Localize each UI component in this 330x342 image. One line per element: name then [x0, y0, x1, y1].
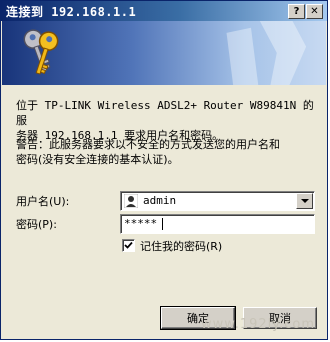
description-line: 位于 TP-LINK Wireless ADSL2+ Router W89841… — [16, 99, 314, 127]
dialog-banner — [2, 21, 326, 85]
remember-password-checkbox[interactable] — [122, 239, 135, 252]
username-combobox[interactable]: admin — [120, 191, 315, 211]
help-button[interactable]: ? — [288, 4, 305, 19]
dropdown-arrow-button[interactable] — [296, 193, 313, 209]
watermark-text: www.192ly.com — [201, 317, 315, 332]
text-caret — [162, 218, 163, 230]
checkmark-icon — [124, 241, 133, 249]
user-icon — [124, 194, 138, 208]
security-warning: 警告：此服务器要求以不安全的方式发送您的用户名和 密码(没有安全连接的基本认证)… — [16, 137, 316, 167]
username-value: admin — [143, 194, 177, 207]
remember-password-label[interactable]: 记住我的密码(R) — [140, 238, 222, 254]
banner-decoration-icon — [226, 21, 307, 85]
close-button[interactable]: ✕ — [306, 4, 323, 19]
warning-line: 密码(没有安全连接的基本认证)。 — [16, 153, 179, 166]
username-label: 用户名(U): — [16, 195, 70, 208]
password-label: 密码(P): — [16, 218, 57, 231]
keys-icon — [23, 29, 59, 75]
warning-line: 警告：此服务器要求以不安全的方式发送您的用户名和 — [16, 138, 280, 151]
title-bar[interactable]: 连接到 192.168.1.1 ? ✕ — [1, 1, 327, 21]
password-field[interactable]: ***** — [120, 214, 315, 234]
dialog-title: 连接到 192.168.1.1 — [6, 5, 137, 19]
password-value: ***** — [124, 217, 158, 230]
login-dialog: 连接到 192.168.1.1 ? ✕ 位于 TP-LINK Wireless … — [0, 0, 328, 340]
